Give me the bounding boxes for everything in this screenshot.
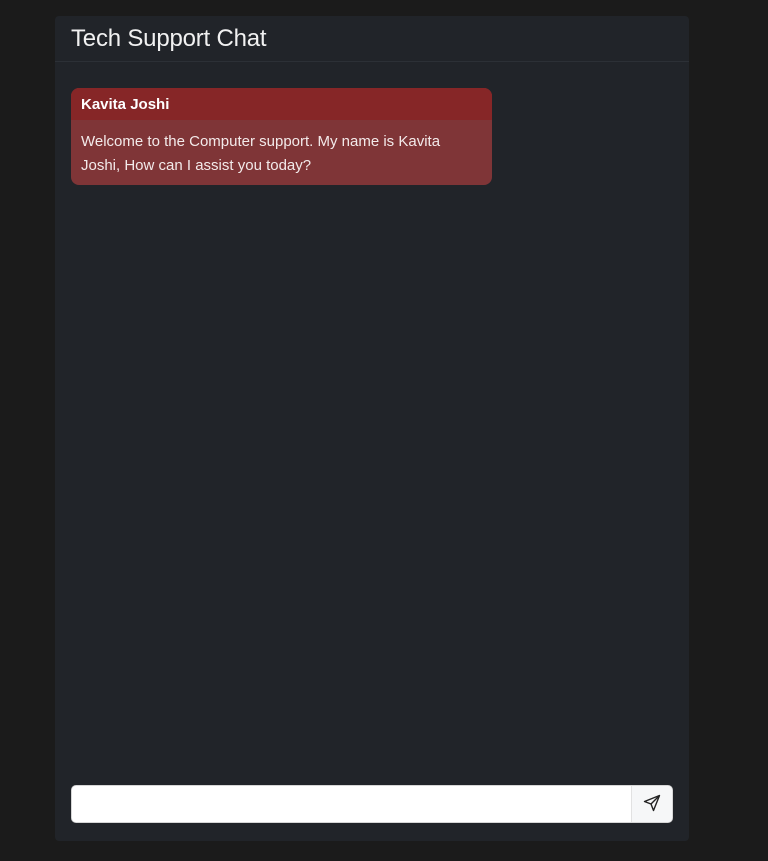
chat-panel: Tech Support Chat Kavita Joshi Welcome t…: [55, 16, 689, 841]
send-button[interactable]: [631, 786, 672, 822]
chat-title: Tech Support Chat: [71, 24, 267, 52]
message-sender: Kavita Joshi: [71, 88, 492, 120]
message-list: Kavita Joshi Welcome to the Computer sup…: [71, 88, 673, 185]
send-icon: [643, 794, 661, 815]
message-composer: [71, 785, 673, 823]
chat-header: Tech Support Chat: [55, 16, 689, 62]
message-input[interactable]: [72, 786, 631, 822]
message-text: Welcome to the Computer support. My name…: [81, 133, 441, 174]
message-bubble: Kavita Joshi Welcome to the Computer sup…: [71, 88, 492, 185]
